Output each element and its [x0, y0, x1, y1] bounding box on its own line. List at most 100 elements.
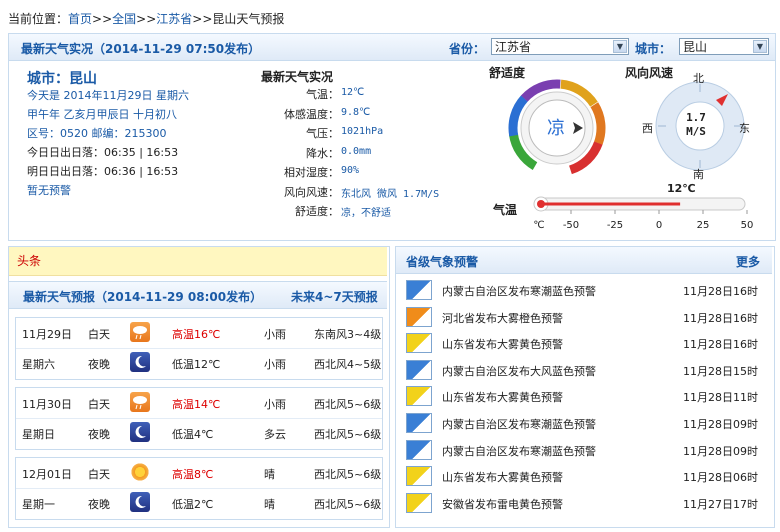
province-label: 省份：: [449, 42, 486, 56]
forecast-temp: 低温12℃: [172, 358, 221, 371]
forecast-wind: 西北风5~6级: [314, 398, 382, 411]
headline-tab[interactable]: 头条: [9, 251, 49, 271]
warning-time: 11月28日15时: [683, 364, 758, 378]
thermometer-tick-label: -25: [606, 220, 624, 231]
warning-text: 山东省发布大雾黄色预警: [442, 391, 563, 405]
headline-bar: 头条: [9, 247, 387, 276]
observation-value: 1021hPa: [341, 126, 384, 137]
warning-signal-icon: [406, 280, 432, 300]
warning-time: 11月28日09时: [683, 444, 758, 458]
city-label: 城市：: [635, 42, 672, 56]
warning-time: 11月28日11时: [683, 391, 758, 405]
warnings-more-link[interactable]: 更多: [736, 253, 760, 270]
observation-row: 相对湿度： 90%: [259, 164, 459, 180]
breadcrumb-home-link[interactable]: 首页: [68, 12, 92, 26]
observation-value: 凉，不舒适: [341, 208, 391, 219]
warning-item[interactable]: 内蒙古自治区发布寒潮蓝色预警 11月28日16时: [396, 277, 772, 303]
area-codes: 区号：0520 邮编：215300: [27, 127, 167, 140]
warning-time: 11月28日06时: [683, 471, 758, 485]
forecast-weather: 晴: [264, 498, 275, 511]
thermometer-gauge: [533, 196, 748, 214]
forecast-weather: 多云: [264, 428, 286, 441]
forecast-day: 11月30日 白天 高温14℃ 小雨 西北风5~6级 星期日 夜晚 低温4℃ 多云 西北风5~6级: [15, 387, 383, 450]
warning-time: 11月28日16时: [683, 338, 758, 352]
warning-item[interactable]: 内蒙古自治区发布寒潮蓝色预警 11月28日09时: [396, 437, 772, 463]
forecast-row-night: 星期六 夜晚 低温12℃ 小雨 西北风4~5级: [16, 348, 382, 378]
warning-signal-icon: [406, 333, 432, 354]
forecast-temp: 低温2℃: [172, 498, 214, 511]
forecast-row-day: 12月01日 白天 高温8℃ 晴 西北风5~6级: [16, 458, 382, 489]
wind-title: 风向风速: [625, 66, 674, 80]
forecast-temp: 高温8℃: [172, 468, 214, 481]
thermometer-tick-label: 25: [696, 220, 710, 231]
warning-signal-icon: [406, 466, 432, 487]
wind-speed: 1.7: [686, 111, 706, 124]
forecast-weekday: 星期六: [22, 358, 55, 371]
wind-speed-unit: M/S: [686, 125, 706, 138]
forecast-wind: 西北风5~6级: [314, 468, 382, 481]
province-select-value: 江苏省: [495, 40, 532, 54]
province-select[interactable]: 江苏省 ▼: [491, 38, 629, 55]
warning-signal-icon: [406, 359, 432, 380]
observation-value: 90%: [341, 165, 360, 176]
forecast-wind: 西北风5~6级: [314, 498, 382, 511]
warning-text: 内蒙古自治区发布寒潮蓝色预警: [442, 444, 596, 458]
warning-text: 安徽省发布雷电黄色预警: [442, 497, 563, 511]
thermometer-label: 气温: [493, 203, 518, 217]
forecast-date: 12月01日: [22, 468, 72, 481]
forecast-wind: 西北风4~5级: [314, 358, 382, 371]
forecast-panel: 头条 最新天气预报（2014-11-29 08:00发布） 未来4~7天预报 1…: [8, 246, 390, 528]
thermometer-tick-label: ℃: [533, 220, 545, 231]
city-select[interactable]: 昆山 ▼: [679, 38, 769, 55]
moon-icon: [130, 492, 150, 512]
observation-row: 体感温度： 9.8℃: [259, 106, 459, 122]
thermometer-scale: ℃ -50 -25 0 25 50: [529, 220, 759, 234]
lunar-date: 甲午年 乙亥月甲辰日 十月初八: [27, 108, 177, 121]
observation-label: 降水：: [306, 146, 339, 160]
observation-row: 气压： 1021hPa: [259, 125, 459, 141]
rain-icon: [130, 322, 150, 342]
forecast-period: 白天: [88, 398, 110, 411]
warning-item[interactable]: 山东省发布大雾黄色预警 11月28日16时: [396, 330, 772, 356]
forecast-row-day: 11月30日 白天 高温14℃ 小雨 西北风5~6级: [16, 388, 382, 419]
warning-status[interactable]: 暂无预警: [27, 184, 71, 197]
breadcrumb-country-link[interactable]: 全国: [112, 12, 136, 26]
observation-value: 12℃: [341, 87, 365, 98]
warning-item[interactable]: 山东省发布大雾黄色预警 11月28日11时: [396, 383, 772, 409]
warning-item[interactable]: 山东省发布大雾黄色预警 11月28日06时: [396, 463, 772, 489]
forecast-weather: 晴: [264, 468, 275, 481]
warning-time: 11月28日09时: [683, 418, 758, 431]
forecast-4-7-days-link[interactable]: 未来4~7天预报: [291, 288, 378, 305]
forecast-wind: 东南风3~4级: [314, 328, 382, 341]
forecast-period: 白天: [88, 468, 110, 481]
forecast-header: 最新天气预报（2014-11-29 08:00发布） 未来4~7天预报: [9, 281, 387, 309]
warning-item[interactable]: 安徽省发布雷电黄色预警 11月27日17时: [396, 490, 772, 516]
warning-item[interactable]: 内蒙古自治区发布大风蓝色预警 11月28日15时: [396, 357, 772, 383]
breadcrumb-separator: >>: [192, 12, 213, 26]
forecast-temp: 高温14℃: [172, 398, 221, 411]
warning-item[interactable]: 河北省发布大雾橙色预警 11月28日16时: [396, 304, 772, 330]
comfort-value: 凉: [547, 118, 565, 139]
sun-icon: [130, 462, 150, 482]
city-select-value: 昆山: [683, 40, 708, 54]
forecast-period: 白天: [88, 328, 110, 341]
breadcrumb-province-link[interactable]: 江苏省: [156, 12, 192, 26]
warning-item[interactable]: 内蒙古自治区发布寒潮蓝色预警 11月28日09时: [396, 410, 772, 436]
forecast-title: 最新天气预报（2014-11-29 08:00发布）: [23, 290, 263, 304]
observation-row: 气温： 12℃: [259, 86, 459, 102]
chevron-down-icon: ▼: [613, 40, 627, 53]
forecast-weather: 小雨: [264, 358, 286, 371]
warning-time: 11月28日16时: [683, 311, 758, 325]
forecast-weather: 小雨: [264, 398, 286, 411]
breadcrumb: 当前位置：首页>>全国>>江苏省>>昆山天气预报: [8, 10, 284, 27]
current-weather-panel: 最新天气实况（2014-11-29 07:50发布） 省份： 江苏省 ▼ 城市：…: [8, 33, 776, 241]
today-date: 今天是 2014年11月29日 星期六: [27, 89, 189, 102]
observation-title: 最新天气实况: [261, 70, 334, 84]
forecast-row-night: 星期一 夜晚 低温2℃ 晴 西北风5~6级: [16, 488, 382, 518]
rain-night-icon: [130, 352, 150, 372]
observation-label: 气温：: [306, 88, 339, 101]
forecast-day: 12月01日 白天 高温8℃ 晴西北风5~6级 星期一 夜晚 低温2℃ 晴西北风5~6级: [15, 457, 383, 520]
forecast-period: 夜晚: [88, 358, 110, 371]
observation-value: 9.8℃: [341, 106, 371, 118]
wind-south-label: 南: [693, 168, 704, 181]
